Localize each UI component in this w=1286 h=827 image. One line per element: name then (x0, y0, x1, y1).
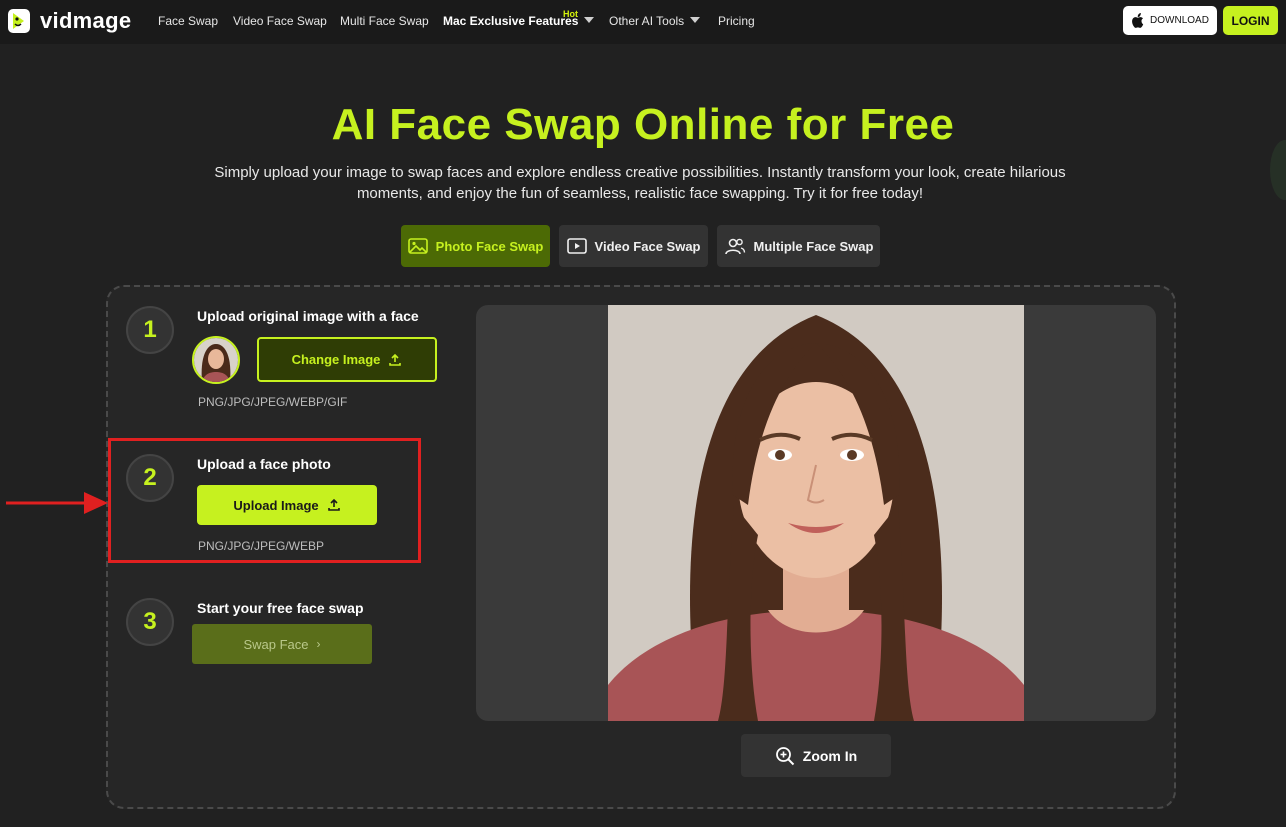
highlight-box (108, 438, 421, 563)
hot-badge: Hot (563, 9, 578, 19)
top-navbar: vidmage Face Swap Video Face Swap Multi … (0, 0, 1286, 44)
tab-video-face-swap[interactable]: Video Face Swap (559, 225, 708, 267)
zoom-in-button[interactable]: Zoom In (741, 734, 891, 777)
users-icon (724, 238, 745, 255)
tab-photo-face-swap[interactable]: Photo Face Swap (401, 225, 550, 267)
image-icon (407, 238, 428, 254)
image-preview (476, 305, 1156, 721)
tab-multiple-face-swap[interactable]: Multiple Face Swap (717, 225, 880, 267)
apple-icon (1132, 13, 1144, 28)
tab-label: Video Face Swap (594, 238, 701, 254)
logo-text: vidmage (40, 8, 132, 33)
change-image-button[interactable]: Change Image (257, 337, 437, 382)
chevron-down-icon (584, 17, 595, 23)
download-button[interactable]: DOWNLOAD (1123, 6, 1217, 35)
zoom-in-label: Zoom In (802, 747, 858, 764)
page-title: AI Face Swap Online for Free (331, 100, 955, 149)
nav-multi-face-swap[interactable]: Multi Face Swap (340, 14, 429, 28)
arrow-right-icon (6, 492, 108, 514)
logo[interactable]: vidmage (6, 5, 131, 37)
nav-pricing[interactable]: Pricing (718, 14, 755, 28)
login-button[interactable]: LOGIN (1223, 6, 1278, 35)
tab-label: Photo Face Swap (435, 238, 544, 254)
page-subtitle: Simply upload your image to swap faces a… (214, 164, 1066, 202)
nav-other-ai-tools[interactable]: Other AI Tools (609, 14, 701, 28)
chevron-down-icon (690, 17, 701, 23)
logo-icon (8, 9, 30, 33)
tab-label: Multiple Face Swap (753, 238, 874, 254)
step-title-1: Upload original image with a face (197, 308, 419, 324)
swap-face-button[interactable]: Swap Face › (192, 624, 372, 664)
face-thumbnail-image (194, 338, 238, 382)
zoom-in-icon (775, 746, 794, 765)
nav-video-face-swap[interactable]: Video Face Swap (233, 14, 327, 28)
upload-icon (389, 353, 402, 366)
step-number-1: 1 (126, 306, 174, 354)
swap-face-label: Swap Face (243, 636, 309, 652)
formats-step-1: PNG/JPG/JPEG/WEBP/GIF (198, 395, 348, 409)
nav-other-tools-label: Other AI Tools (609, 14, 685, 28)
step-number-3: 3 (126, 598, 174, 646)
original-image-thumbnail[interactable] (192, 336, 240, 384)
chevron-right-icon: › (316, 637, 321, 651)
play-icon (566, 238, 587, 254)
change-image-label: Change Image (291, 352, 381, 367)
preview-photo (608, 305, 1024, 721)
download-label: DOWNLOAD (1150, 15, 1209, 26)
nav-mac-label: Mac Exclusive Features (443, 14, 579, 28)
nav-face-swap[interactable]: Face Swap (158, 14, 218, 28)
step-title-3: Start your free face swap (197, 600, 364, 616)
